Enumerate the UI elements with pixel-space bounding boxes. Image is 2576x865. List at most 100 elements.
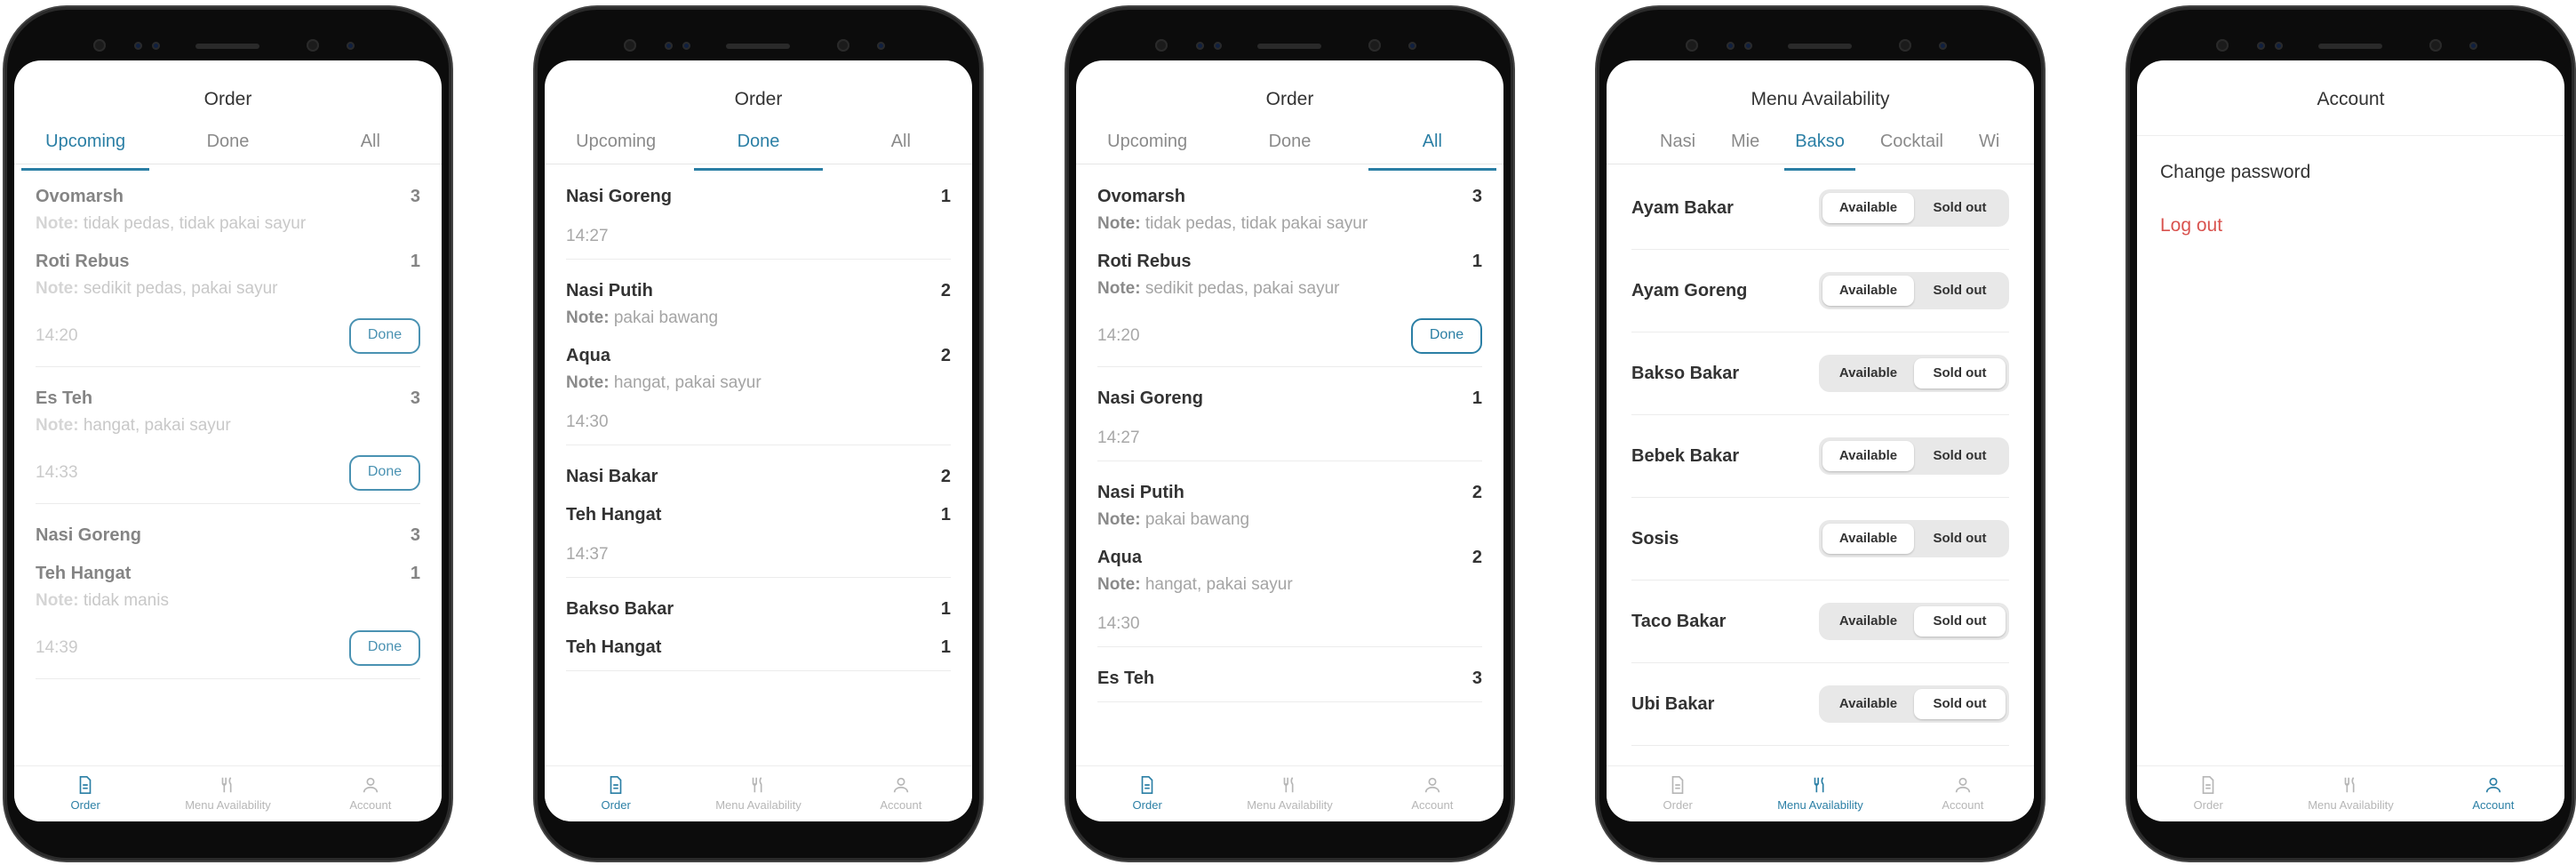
user-icon xyxy=(893,777,908,793)
soldout-option[interactable]: Sold out xyxy=(1914,606,2006,637)
page-title: Menu Availability xyxy=(1751,89,1890,109)
available-option[interactable]: Available xyxy=(1822,358,1914,388)
nav-menu-availability[interactable]: Menu Availability xyxy=(687,766,829,821)
logout-link[interactable]: Log out xyxy=(2160,215,2541,236)
utensils-icon xyxy=(1284,777,1294,793)
nav-account[interactable]: Account xyxy=(2422,766,2564,821)
tab-overflow[interactable]: Wi xyxy=(1961,126,2017,164)
nav-order[interactable]: Order xyxy=(1076,766,1218,821)
bottom-nav: Order Menu Availability Account xyxy=(545,765,972,821)
tab-done[interactable]: Done xyxy=(687,126,829,171)
done-button[interactable]: Done xyxy=(349,318,420,354)
nav-account[interactable]: Account xyxy=(830,766,972,821)
tab-all[interactable]: All xyxy=(299,126,442,164)
order-item: Teh Hangat 1 xyxy=(566,637,951,657)
nav-order[interactable]: Order xyxy=(14,766,156,821)
category-tabs: Nasi Mie Bakso Cocktail Wi xyxy=(1607,126,2034,171)
item-quantity: 1 xyxy=(410,564,420,583)
done-button[interactable]: Done xyxy=(349,455,420,491)
page-title: Order xyxy=(734,89,783,109)
app-screen: Account Change password Log out Order Me… xyxy=(2137,60,2564,821)
tab-upcoming[interactable]: Upcoming xyxy=(14,126,156,171)
nav-menu-availability[interactable]: Menu Availability xyxy=(2279,766,2421,821)
tab-nasi[interactable]: Nasi xyxy=(1642,126,1713,164)
page-title: Account xyxy=(2317,89,2385,109)
soldout-option[interactable]: Sold out xyxy=(1914,276,2006,306)
availability-toggle[interactable]: Available Sold out xyxy=(1819,355,2009,392)
user-icon xyxy=(363,777,378,793)
available-option[interactable]: Available xyxy=(1822,689,1914,719)
order-item: Roti Rebus 1 xyxy=(36,252,420,271)
done-button[interactable]: Done xyxy=(1411,318,1482,354)
document-icon xyxy=(2202,776,2214,794)
item-quantity: 1 xyxy=(1471,388,1482,408)
soldout-option[interactable]: Sold out xyxy=(1914,193,2006,223)
bottom-nav: Order Menu Availability Account xyxy=(1076,765,1503,821)
tab-all[interactable]: All xyxy=(830,126,972,164)
order-card: Ovomarsh 3 Note: tidak pedas, tidak pakai… xyxy=(1097,165,1482,367)
nav-menu-availability[interactable]: Menu Availability xyxy=(1749,766,1891,821)
available-option[interactable]: Available xyxy=(1822,193,1914,223)
soldout-option[interactable]: Sold out xyxy=(1914,689,2006,719)
order-list: Ovomarsh 3 Note: tidak pedas, tidak pakai… xyxy=(1076,165,1503,766)
nav-account[interactable]: Account xyxy=(1361,766,1503,821)
nav-menu-availability[interactable]: Menu Availability xyxy=(156,766,299,821)
tab-upcoming[interactable]: Upcoming xyxy=(545,126,687,164)
nav-account[interactable]: Account xyxy=(1892,766,2034,821)
item-note: Note: sedikit pedas, pakai sayur xyxy=(1097,279,1340,298)
order-item: Nasi Goreng 3 xyxy=(36,525,420,545)
menu-row: Bebek Bakar Available Sold out xyxy=(1631,415,2009,498)
item-quantity: 2 xyxy=(940,281,951,300)
order-item: Nasi Putih 2 xyxy=(566,281,951,300)
availability-toggle[interactable]: Available Sold out xyxy=(1819,603,2009,640)
order-card: Nasi Goreng 1 14:27 xyxy=(566,165,951,260)
order-card: Nasi Goreng 1 14:27 xyxy=(1097,367,1482,461)
tab-upcoming[interactable]: Upcoming xyxy=(1076,126,1218,164)
order-item: Es Teh 3 xyxy=(36,388,420,408)
item-quantity: 2 xyxy=(1471,548,1482,567)
item-quantity: 1 xyxy=(940,505,951,525)
nav-menu-availability[interactable]: Menu Availability xyxy=(1218,766,1360,821)
page-title: Order xyxy=(203,89,252,109)
available-option[interactable]: Available xyxy=(1822,441,1914,471)
order-tabs: Upcoming Done All xyxy=(14,126,442,171)
soldout-option[interactable]: Sold out xyxy=(1914,441,2006,471)
user-icon xyxy=(1424,777,1440,793)
order-card: Nasi Goreng 3 Teh Hangat 1 Note: tidak man… xyxy=(36,504,420,679)
available-option[interactable]: Available xyxy=(1822,276,1914,306)
utensils-icon xyxy=(753,777,762,793)
soldout-option[interactable]: Sold out xyxy=(1914,524,2006,554)
nav-order[interactable]: Order xyxy=(1607,766,1749,821)
item-quantity: 1 xyxy=(410,252,420,271)
soldout-option[interactable]: Sold out xyxy=(1914,358,2006,388)
phone-frame-done: Order Upcoming Done All Nasi Goreng 1 14:… xyxy=(535,7,982,861)
availability-toggle[interactable]: Available Sold out xyxy=(1819,272,2009,309)
tab-cocktail[interactable]: Cocktail xyxy=(1862,126,1961,164)
menu-row: Ayam Goreng Available Sold out xyxy=(1631,250,2009,332)
tab-bakso[interactable]: Bakso xyxy=(1777,126,1862,171)
nav-order[interactable]: Order xyxy=(545,766,687,821)
tab-all[interactable]: All xyxy=(1361,126,1503,171)
item-note: Note: sedikit pedas, pakai sayur xyxy=(36,279,278,298)
tab-done[interactable]: Done xyxy=(1218,126,1360,164)
page-title: Order xyxy=(1265,89,1314,109)
availability-toggle[interactable]: Available Sold out xyxy=(1819,189,2009,227)
nav-order[interactable]: Order xyxy=(2137,766,2279,821)
tab-mie[interactable]: Mie xyxy=(1713,126,1777,164)
availability-toggle[interactable]: Available Sold out xyxy=(1819,685,2009,723)
change-password-link[interactable]: Change password xyxy=(2160,162,2541,183)
item-quantity: 3 xyxy=(410,388,420,408)
done-button[interactable]: Done xyxy=(349,630,420,666)
order-card: Ovomarsh 3 Note: tidak pedas, tidak pakai… xyxy=(36,165,420,367)
item-quantity: 2 xyxy=(940,346,951,365)
document-icon xyxy=(79,776,92,794)
item-quantity: 3 xyxy=(1471,187,1482,206)
tab-done[interactable]: Done xyxy=(156,126,299,164)
availability-toggle[interactable]: Available Sold out xyxy=(1819,520,2009,557)
phone-frame-upcoming: Order Upcoming Done All Ovomarsh 3 Note: … xyxy=(4,7,451,861)
nav-account[interactable]: Account xyxy=(299,766,442,821)
order-item: Roti Rebus 1 xyxy=(1097,252,1482,271)
available-option[interactable]: Available xyxy=(1822,524,1914,554)
available-option[interactable]: Available xyxy=(1822,606,1914,637)
availability-toggle[interactable]: Available Sold out xyxy=(1819,437,2009,475)
